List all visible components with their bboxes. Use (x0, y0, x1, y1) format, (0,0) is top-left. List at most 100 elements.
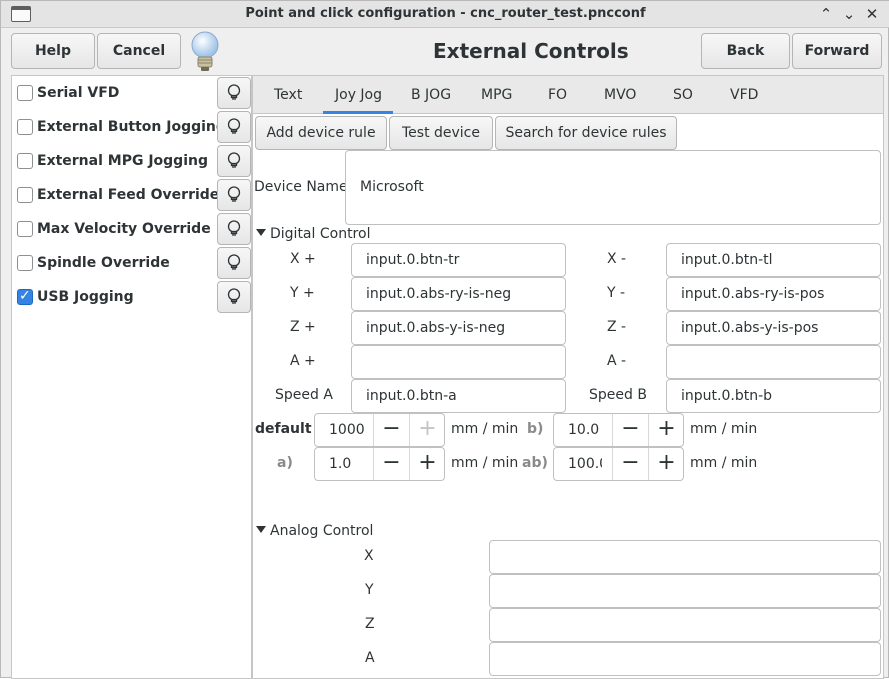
a-plus-label: A + (290, 353, 316, 369)
add-device-rule-button[interactable]: Add device rule (255, 116, 387, 150)
digital-control-heading: Digital Control (270, 226, 371, 242)
hint-button[interactable] (217, 281, 251, 313)
minus-icon[interactable]: − (612, 448, 648, 480)
a-speed-spinner[interactable]: 1.0 − + (314, 447, 445, 481)
option-label[interactable]: Serial VFD (37, 85, 119, 101)
unit-label: mm / min (690, 455, 758, 471)
digital-control-expander[interactable]: Digital Control (256, 226, 370, 242)
search-device-rules-button[interactable]: Search for device rules (495, 116, 677, 150)
option-serial-vfd: Serial VFD (12, 76, 253, 110)
plus-icon[interactable]: + (648, 448, 684, 480)
serial-vfd-checkbox[interactable] (17, 85, 33, 101)
plus-icon[interactable]: + (409, 448, 445, 480)
lightbulb-icon (227, 220, 241, 236)
option-external-button-jogging: External Button Jogging (12, 110, 253, 144)
tab-so[interactable]: SO (673, 87, 693, 103)
analog-x-label: X (364, 548, 374, 564)
minus-icon[interactable]: − (373, 414, 409, 446)
window-title: Point and click configuration - cnc_rout… (245, 6, 646, 21)
a-plus-field[interactable] (351, 345, 566, 379)
option-label[interactable]: External Feed Override (37, 187, 219, 203)
b-speed-value[interactable]: 10.0 (568, 414, 612, 446)
tab-bar: Text Joy Jog B JOG MPG FO MVO SO VFD (253, 76, 883, 114)
hint-button[interactable] (217, 247, 251, 279)
back-button[interactable]: Back (701, 33, 790, 69)
analog-z-field[interactable] (489, 608, 881, 642)
cancel-button[interactable]: Cancel (97, 33, 181, 69)
option-label[interactable]: External Button Jogging (37, 119, 226, 135)
unit-label: mm / min (690, 421, 758, 437)
help-button[interactable]: Help (11, 33, 95, 69)
hint-button[interactable] (217, 77, 251, 109)
y-minus-field[interactable]: input.0.abs-ry-is-pos (666, 277, 881, 311)
option-max-velocity-override: Max Velocity Override (12, 212, 253, 246)
option-label[interactable]: External MPG Jogging (37, 153, 208, 169)
external-mpg-jogging-checkbox[interactable] (17, 153, 33, 169)
speed-a-field[interactable]: input.0.btn-a (351, 379, 566, 413)
spindle-override-checkbox[interactable] (17, 255, 33, 271)
hint-button[interactable] (217, 179, 251, 211)
hint-button[interactable] (217, 111, 251, 143)
analog-y-field[interactable] (489, 574, 881, 608)
tab-text[interactable]: Text (274, 87, 302, 103)
hint-button[interactable] (217, 213, 251, 245)
external-feed-override-checkbox[interactable] (17, 187, 33, 203)
max-velocity-override-checkbox[interactable] (17, 221, 33, 237)
unit-label: mm / min (451, 455, 519, 471)
close-icon: ✕ (865, 5, 879, 23)
default-speed-spinner[interactable]: 1000 − + (314, 413, 445, 447)
tab-b-jog[interactable]: B JOG (411, 87, 451, 103)
tab-vfd[interactable]: VFD (730, 87, 758, 103)
tab-mvo[interactable]: MVO (604, 87, 636, 103)
a-speed-value[interactable]: 1.0 (329, 448, 373, 480)
ab-speed-value[interactable]: 100.0 (568, 448, 602, 480)
active-tab-indicator (323, 111, 393, 114)
option-external-mpg-jogging: External MPG Jogging (12, 144, 253, 178)
tab-joy-jog[interactable]: Joy Jog (335, 87, 382, 103)
ab-speed-spinner[interactable]: 100.0 − + (553, 447, 684, 481)
device-name-field[interactable]: Microsoft (345, 150, 881, 225)
option-label[interactable]: Spindle Override (37, 255, 170, 271)
option-label[interactable]: Max Velocity Override (37, 221, 211, 237)
tab-fo[interactable]: FO (548, 87, 567, 103)
analog-control-expander[interactable]: Analog Control (256, 523, 373, 539)
maximize-button[interactable]: ⌄ (840, 5, 858, 23)
speed-b-field[interactable]: input.0.btn-b (666, 379, 881, 413)
minus-icon[interactable]: − (373, 448, 409, 480)
minus-icon[interactable]: − (612, 414, 648, 446)
option-label[interactable]: USB Jogging (37, 289, 134, 305)
plus-icon[interactable]: + (648, 414, 684, 446)
z-plus-field[interactable]: input.0.abs-y-is-neg (351, 311, 566, 345)
hint-button[interactable] (217, 145, 251, 177)
x-minus-field[interactable]: input.0.btn-tl (666, 243, 881, 277)
z-minus-field[interactable]: input.0.abs-y-is-pos (666, 311, 881, 345)
minimize-button[interactable]: ⌃ (817, 5, 835, 23)
a-minus-label: A - (607, 353, 627, 369)
tab-mpg[interactable]: MPG (481, 87, 512, 103)
option-external-feed-override: External Feed Override (12, 178, 253, 212)
forward-button[interactable]: Forward (792, 33, 882, 69)
analog-z-label: Z (365, 616, 375, 632)
page-title: External Controls (433, 39, 629, 63)
y-plus-field[interactable]: input.0.abs-ry-is-neg (351, 277, 566, 311)
lightbulb-icon (227, 84, 241, 100)
a-speed-label: a) (277, 455, 293, 471)
b-speed-spinner[interactable]: 10.0 − + (553, 413, 684, 447)
ab-speed-label: ab) (522, 455, 548, 471)
plus-icon[interactable]: + (409, 414, 445, 446)
lightbulb-icon (227, 186, 241, 202)
speed-a-label: Speed A (275, 387, 333, 403)
default-speed-value[interactable]: 1000 (329, 414, 373, 446)
external-button-jogging-checkbox[interactable] (17, 119, 33, 135)
lightbulb-icon (227, 288, 241, 304)
x-plus-field[interactable]: input.0.btn-tr (351, 243, 566, 277)
analog-x-field[interactable] (489, 540, 881, 574)
usb-jogging-checkbox[interactable] (17, 288, 33, 305)
test-device-button[interactable]: Test device (389, 116, 493, 150)
b-speed-label: b) (527, 421, 544, 437)
triangle-down-icon (256, 229, 266, 236)
a-minus-field[interactable] (666, 345, 881, 379)
analog-a-field[interactable] (489, 642, 881, 676)
analog-a-label: A (365, 650, 375, 666)
close-button[interactable]: ✕ (863, 5, 881, 23)
